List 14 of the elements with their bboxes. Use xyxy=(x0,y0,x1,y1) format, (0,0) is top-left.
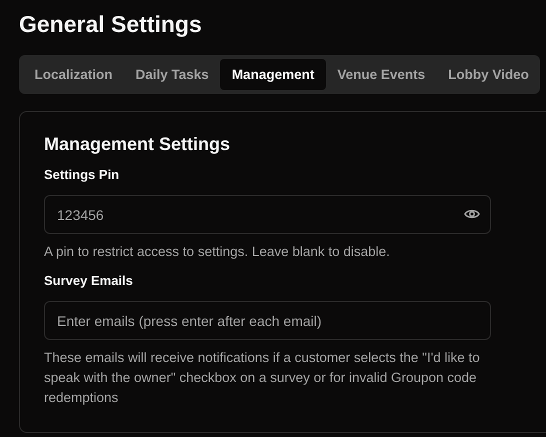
tab[interactable]: Management xyxy=(220,59,326,90)
card-title: Management Settings xyxy=(44,133,232,156)
email-field[interactable]: Enter emails (press enter after each email) xyxy=(44,301,491,340)
page-title: General Settings xyxy=(19,10,203,39)
tab[interactable]: Lobby Video xyxy=(436,59,540,90)
field-label: Settings Pin xyxy=(44,166,120,184)
tab[interactable]: Daily Tasks xyxy=(124,59,220,90)
pin-field[interactable]: 123456 xyxy=(44,195,491,234)
help-text: A pin to restrict access to settings. Leave blank to disable. xyxy=(44,243,391,261)
field-label: Survey Emails xyxy=(44,272,134,290)
eye-icon[interactable] xyxy=(464,208,480,220)
tab[interactable]: Venue Events xyxy=(326,59,437,90)
tab[interactable]: Localization xyxy=(23,59,124,90)
help-text: These emails will receive notifications if a customer selects the "I'd like to speak with the owner" checkbox on a survey or for invalid Groupon code redemptions xyxy=(44,349,481,407)
